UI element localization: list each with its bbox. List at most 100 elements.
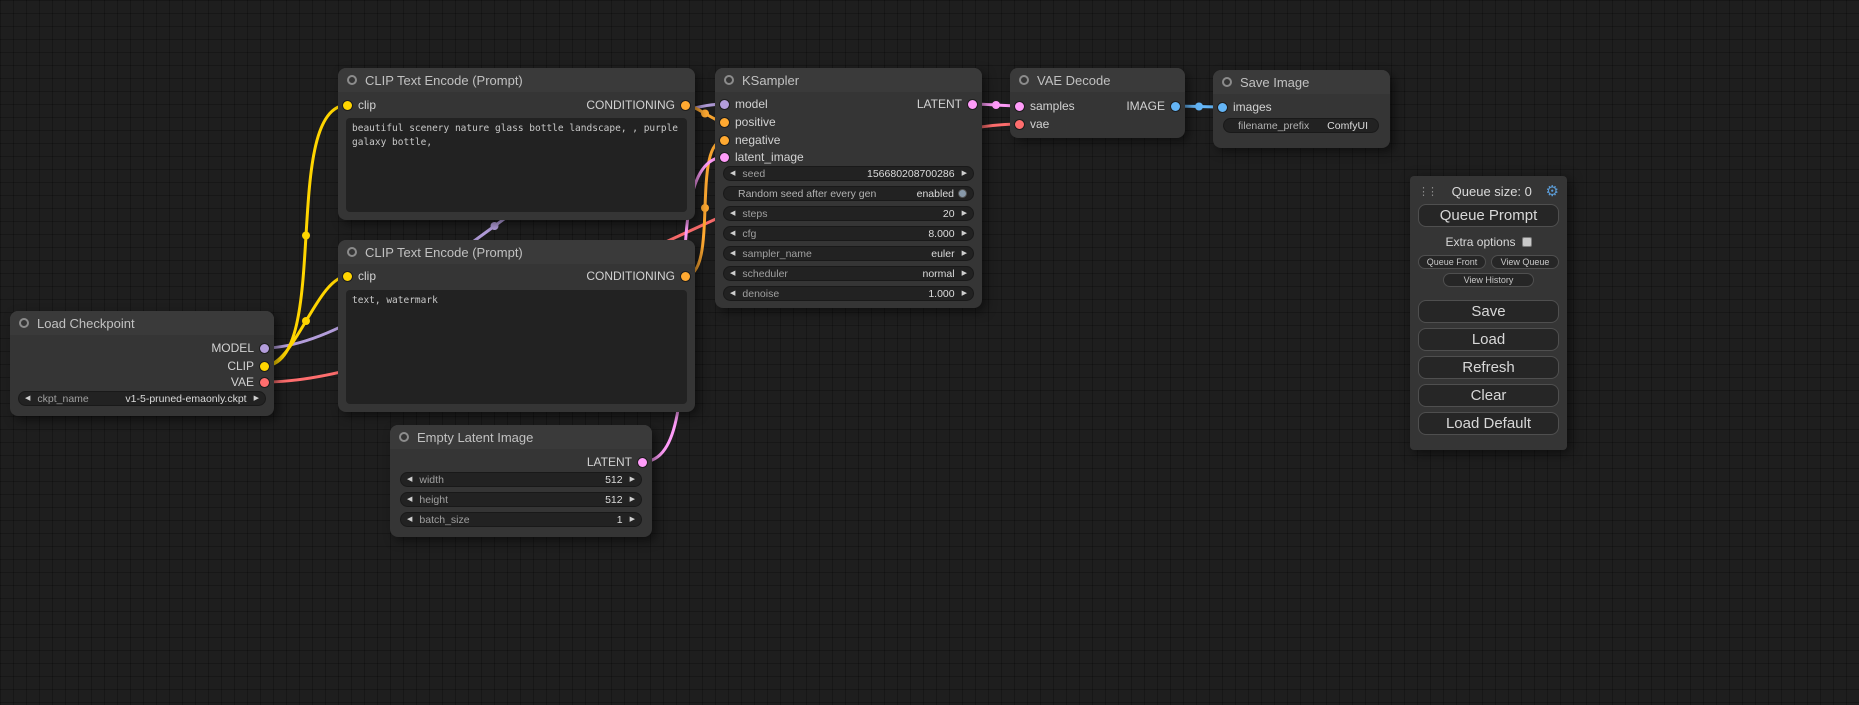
slot-label-vae: VAE [231, 375, 254, 389]
output-dot-image[interactable] [1171, 102, 1180, 111]
negative-prompt-textarea[interactable]: text, watermark [346, 290, 687, 404]
graph-canvas[interactable]: Load Checkpoint MODEL CLIP VAE ◀ ckpt_na… [0, 0, 1859, 705]
output-slot-latent: LATENT [390, 454, 652, 470]
collapse-dot[interactable] [1222, 77, 1232, 87]
node-title-text: Empty Latent Image [417, 430, 533, 445]
drag-handle-icon[interactable]: ⋮⋮ [1418, 185, 1438, 198]
decrement-arrow-icon[interactable]: ◀ [25, 395, 30, 402]
link-model-dot [491, 222, 499, 230]
increment-arrow-icon[interactable]: ▶ [630, 476, 635, 483]
widget-cfg[interactable]: ◀ cfg 8.000 ▶ [723, 226, 974, 241]
input-dot-latent-image[interactable] [720, 153, 729, 162]
view-history-button[interactable]: View History [1443, 273, 1533, 287]
node-title-bar[interactable]: KSampler [715, 68, 982, 92]
increment-arrow-icon[interactable]: ▶ [962, 250, 967, 257]
decrement-arrow-icon[interactable]: ◀ [730, 250, 735, 257]
widget-value: 1 [617, 514, 623, 526]
increment-arrow-icon[interactable]: ▶ [962, 270, 967, 277]
input-dot-clip[interactable] [343, 272, 352, 281]
output-dot-model[interactable] [260, 344, 269, 353]
output-dot-latent[interactable] [968, 100, 977, 109]
queue-prompt-button[interactable]: Queue Prompt [1418, 204, 1559, 227]
decrement-arrow-icon[interactable]: ◀ [407, 496, 412, 503]
widget-denoise[interactable]: ◀ denoise 1.000 ▶ [723, 286, 974, 301]
decrement-arrow-icon[interactable]: ◀ [730, 210, 735, 217]
node-title-bar[interactable]: CLIP Text Encode (Prompt) [338, 240, 695, 264]
increment-arrow-icon[interactable]: ▶ [962, 230, 967, 237]
increment-arrow-icon[interactable]: ▶ [630, 516, 635, 523]
widget-sampler-name[interactable]: ◀ sampler_name euler ▶ [723, 246, 974, 261]
node-load-checkpoint[interactable]: Load Checkpoint MODEL CLIP VAE ◀ ckpt_na… [10, 311, 274, 416]
decrement-arrow-icon[interactable]: ◀ [407, 476, 412, 483]
toggle-knob-icon[interactable] [958, 189, 967, 198]
widget-scheduler[interactable]: ◀ scheduler normal ▶ [723, 266, 974, 281]
slot-label-images: images [1233, 100, 1272, 114]
node-title-bar[interactable]: Empty Latent Image [390, 425, 652, 449]
decrement-arrow-icon[interactable]: ◀ [730, 230, 735, 237]
clear-button[interactable]: Clear [1418, 384, 1559, 407]
input-dot-samples[interactable] [1015, 102, 1024, 111]
output-slot-model: MODEL [10, 340, 274, 356]
widget-height[interactable]: ◀ height 512 ▶ [400, 492, 642, 507]
node-clip-text-encode-negative[interactable]: CLIP Text Encode (Prompt) clip CONDITION… [338, 240, 695, 412]
widget-value: 8.000 [928, 228, 954, 240]
input-dot-negative[interactable] [720, 136, 729, 145]
collapse-dot[interactable] [1019, 75, 1029, 85]
input-dot-model[interactable] [720, 100, 729, 109]
widget-width[interactable]: ◀ width 512 ▶ [400, 472, 642, 487]
extra-options-checkbox[interactable] [1522, 237, 1532, 247]
node-title-bar[interactable]: VAE Decode [1010, 68, 1185, 92]
input-slot-latent-image: latent_image [715, 149, 982, 165]
widget-ckpt-name[interactable]: ◀ ckpt_name v1-5-pruned-emaonly.ckpt ▶ [18, 391, 266, 406]
widget-batch-size[interactable]: ◀ batch_size 1 ▶ [400, 512, 642, 527]
output-dot-latent[interactable] [638, 458, 647, 467]
decrement-arrow-icon[interactable]: ◀ [730, 270, 735, 277]
output-dot-vae[interactable] [260, 378, 269, 387]
widget-filename-prefix[interactable]: filename_prefix ComfyUI [1223, 118, 1379, 133]
node-title-bar[interactable]: Load Checkpoint [10, 311, 274, 335]
output-dot-conditioning[interactable] [681, 272, 690, 281]
positive-prompt-textarea[interactable]: beautiful scenery nature glass bottle la… [346, 118, 687, 212]
output-dot-conditioning[interactable] [681, 101, 690, 110]
decrement-arrow-icon[interactable]: ◀ [730, 170, 735, 177]
view-queue-button[interactable]: View Queue [1491, 255, 1559, 269]
collapse-dot[interactable] [724, 75, 734, 85]
node-title-bar[interactable]: CLIP Text Encode (Prompt) [338, 68, 695, 92]
collapse-dot[interactable] [347, 75, 357, 85]
increment-arrow-icon[interactable]: ▶ [630, 496, 635, 503]
input-dot-positive[interactable] [720, 118, 729, 127]
increment-arrow-icon[interactable]: ▶ [962, 170, 967, 177]
input-slot-positive: positive [715, 114, 982, 130]
slot-row-clip-conditioning: clip CONDITIONING [338, 97, 695, 113]
widget-steps[interactable]: ◀ steps 20 ▶ [723, 206, 974, 221]
collapse-dot[interactable] [347, 247, 357, 257]
increment-arrow-icon[interactable]: ▶ [962, 290, 967, 297]
input-dot-clip[interactable] [343, 101, 352, 110]
refresh-button[interactable]: Refresh [1418, 356, 1559, 379]
collapse-dot[interactable] [19, 318, 29, 328]
save-button[interactable]: Save [1418, 300, 1559, 323]
node-save-image[interactable]: Save Image images filename_prefix ComfyU… [1213, 70, 1390, 148]
node-title-bar[interactable]: Save Image [1213, 70, 1390, 94]
decrement-arrow-icon[interactable]: ◀ [730, 290, 735, 297]
widget-random-seed-toggle[interactable]: Random seed after every gen enabled [723, 186, 974, 201]
node-ksampler[interactable]: KSampler model LATENT positive negative … [715, 68, 982, 308]
settings-gear-icon[interactable]: ⚙ [1546, 184, 1559, 199]
load-button[interactable]: Load [1418, 328, 1559, 351]
widget-label: cfg [742, 228, 756, 240]
input-dot-vae[interactable] [1015, 120, 1024, 129]
queue-front-button[interactable]: Queue Front [1418, 255, 1486, 269]
decrement-arrow-icon[interactable]: ◀ [407, 516, 412, 523]
widget-seed[interactable]: ◀ seed 156680208700286 ▶ [723, 166, 974, 181]
node-vae-decode[interactable]: VAE Decode samples IMAGE vae [1010, 68, 1185, 138]
load-default-button[interactable]: Load Default [1418, 412, 1559, 435]
increment-arrow-icon[interactable]: ▶ [254, 395, 259, 402]
node-empty-latent-image[interactable]: Empty Latent Image LATENT ◀ width 512 ▶ … [390, 425, 652, 537]
comfy-menu-panel: ⋮⋮ Queue size: 0 ⚙ Queue Prompt Extra op… [1410, 176, 1567, 450]
node-title-text: KSampler [742, 73, 799, 88]
input-dot-images[interactable] [1218, 103, 1227, 112]
node-clip-text-encode-positive[interactable]: CLIP Text Encode (Prompt) clip CONDITION… [338, 68, 695, 220]
increment-arrow-icon[interactable]: ▶ [962, 210, 967, 217]
collapse-dot[interactable] [399, 432, 409, 442]
output-dot-clip[interactable] [260, 362, 269, 371]
